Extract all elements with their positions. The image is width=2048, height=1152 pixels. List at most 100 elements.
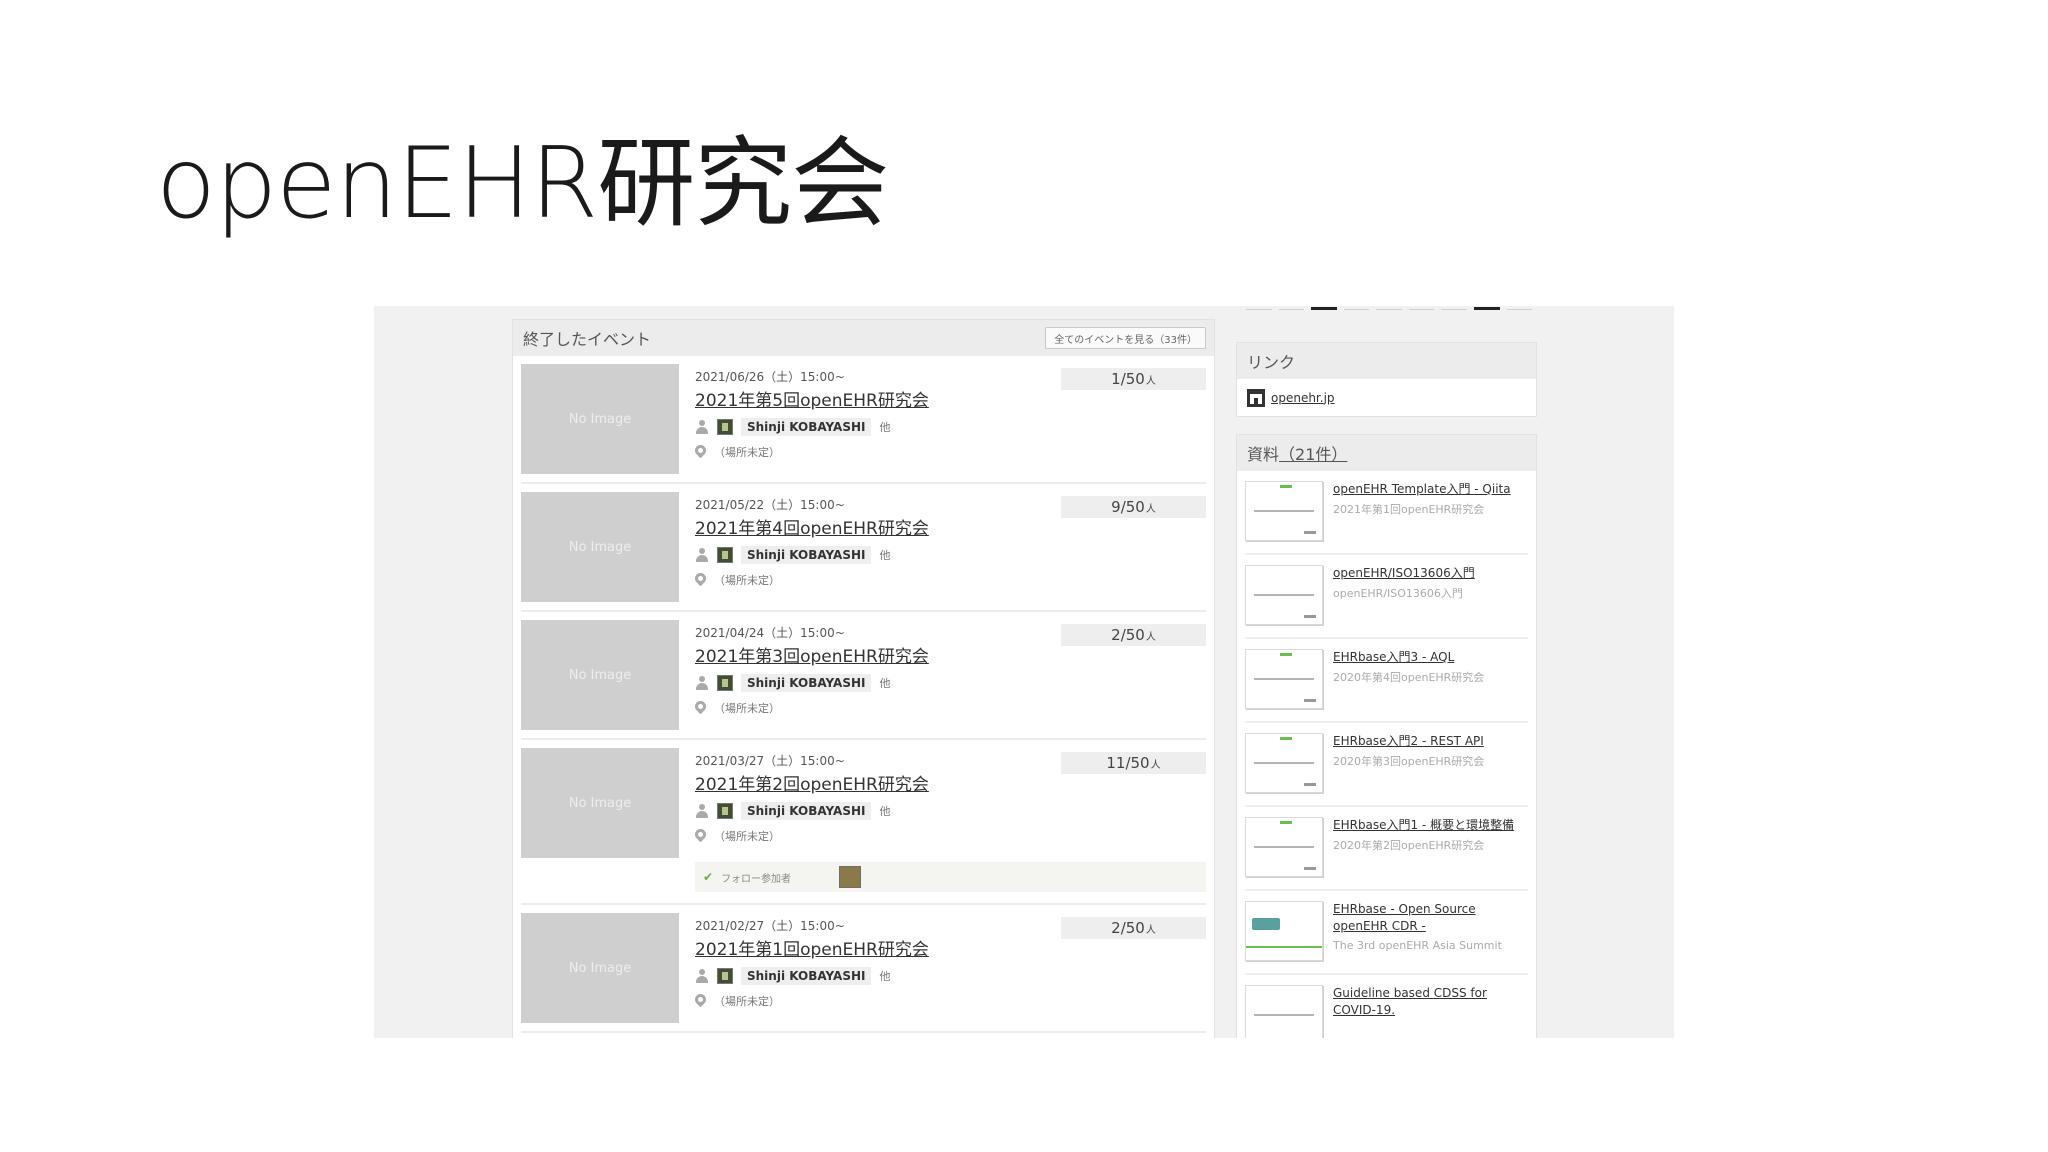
- strip-segment: [1343, 306, 1370, 310]
- event-row: No Image 2021/06/26（土）15:00~ 2021年第5回ope…: [521, 356, 1206, 484]
- material-title-link[interactable]: EHRbase入門2 - REST API: [1333, 733, 1533, 750]
- material-event: 2020年第3回openEHR研究会: [1333, 755, 1485, 768]
- event-place-text: （場所未定）: [714, 830, 780, 843]
- material-event: The 3rd openEHR Asia Summit: [1333, 939, 1502, 952]
- material-title-link[interactable]: openEHR Template入門 - Qiita: [1333, 481, 1533, 498]
- ended-events-panel: 終了したイベント 全てのイベントを見る（33件） No Image 2021/0…: [512, 319, 1215, 1038]
- owner-suffix: 他: [879, 677, 891, 690]
- event-thumbnail[interactable]: No Image: [521, 620, 679, 730]
- event-place-text: （場所未定）: [714, 446, 780, 459]
- event-thumbnail[interactable]: No Image: [521, 748, 679, 858]
- user-icon: [695, 804, 709, 818]
- strip-segment: [1506, 306, 1533, 310]
- check-icon: ✔: [703, 870, 714, 884]
- event-place-text: （場所未定）: [714, 702, 780, 715]
- strip-segment: [1473, 306, 1500, 310]
- event-thumbnail[interactable]: No Image: [521, 913, 679, 1023]
- map-pin-icon: [695, 701, 706, 715]
- material-title-link[interactable]: openEHR/ISO13606入門: [1333, 565, 1533, 582]
- link-item[interactable]: openehr.jp: [1237, 379, 1536, 416]
- events-panel-header: 終了したイベント 全てのイベントを見る（33件）: [513, 320, 1214, 356]
- event-place-text: （場所未定）: [714, 574, 780, 587]
- event-owner: Shinji KOBAYASHI 他: [695, 802, 890, 820]
- participant-unit: 人: [1145, 631, 1156, 643]
- material-thumbnail[interactable]: [1245, 733, 1323, 793]
- avatar[interactable]: [717, 547, 733, 563]
- strip-segment: [1246, 306, 1272, 310]
- materials-title: 資料: [1247, 445, 1280, 464]
- event-place: （場所未定）: [695, 828, 780, 844]
- avatar[interactable]: [717, 419, 733, 435]
- participant-unit: 人: [1145, 924, 1156, 936]
- strip-segment: [1376, 306, 1402, 310]
- event-row: No Image 2021/02/27（土）15:00~ 2021年第1回ope…: [521, 905, 1206, 1033]
- link-text[interactable]: openehr.jp: [1271, 391, 1335, 405]
- strip-segment: [1441, 306, 1467, 310]
- event-row: No Image 2021/03/27（土）15:00~ 2021年第2回ope…: [521, 740, 1206, 905]
- avatar[interactable]: [717, 675, 733, 691]
- event-title-link[interactable]: 2021年第4回openEHR研究会: [695, 514, 929, 539]
- event-title-link[interactable]: 2021年第2回openEHR研究会: [695, 770, 929, 795]
- material-item: EHRbase入門3 - AQL 2020年第4回openEHR研究会: [1245, 639, 1528, 723]
- owner-name[interactable]: Shinji KOBAYASHI: [741, 418, 872, 436]
- follow-label: フォロー参加者: [721, 873, 792, 885]
- user-icon: [695, 420, 709, 434]
- avatar[interactable]: [717, 803, 733, 819]
- user-icon: [695, 676, 709, 690]
- participant-unit: 人: [1145, 503, 1156, 515]
- event-title-link[interactable]: 2021年第5回openEHR研究会: [695, 386, 929, 411]
- event-owner: Shinji KOBAYASHI 他: [695, 674, 890, 692]
- all-events-button[interactable]: 全てのイベントを見る（33件）: [1045, 327, 1206, 349]
- event-thumbnail[interactable]: No Image: [521, 364, 679, 474]
- materials-panel-header: 資料 （21件）: [1237, 435, 1536, 471]
- event-place: （場所未定）: [695, 572, 780, 588]
- material-thumbnail[interactable]: [1245, 481, 1323, 541]
- materials-panel: 資料 （21件） openEHR Template入門 - Qiita 2021年…: [1236, 434, 1537, 1038]
- participant-count-value: 2/50: [1111, 626, 1145, 644]
- event-date: 2021/02/27（土）15:00~: [695, 919, 845, 933]
- material-thumbnail[interactable]: [1245, 565, 1323, 625]
- owner-suffix: 他: [879, 970, 891, 983]
- participant-count: 1/50 人: [1061, 368, 1206, 390]
- material-title-link[interactable]: Guideline based CDSS for COVID-19.: [1333, 985, 1533, 1019]
- map-pin-icon: [695, 573, 706, 587]
- material-thumbnail[interactable]: [1245, 985, 1323, 1038]
- participant-count: 11/50 人: [1061, 752, 1206, 774]
- event-title-link[interactable]: 2021年第1回openEHR研究会: [695, 935, 929, 960]
- material-event: openEHR/ISO13606入門: [1333, 587, 1463, 600]
- event-owner: Shinji KOBAYASHI 他: [695, 546, 890, 564]
- event-place: （場所未定）: [695, 700, 780, 716]
- map-pin-icon: [695, 994, 706, 1008]
- owner-name[interactable]: Shinji KOBAYASHI: [741, 546, 872, 564]
- event-owner: Shinji KOBAYASHI 他: [695, 967, 890, 985]
- events-panel-title: 終了したイベント: [523, 330, 652, 349]
- event-date: 2021/03/27（土）15:00~: [695, 754, 845, 768]
- material-title-link[interactable]: EHRbase入門3 - AQL: [1333, 649, 1533, 666]
- material-title-link[interactable]: EHRbase - Open Source openEHR CDR -: [1333, 901, 1533, 935]
- avatar[interactable]: [717, 968, 733, 984]
- event-title-link[interactable]: 2021年第3回openEHR研究会: [695, 642, 929, 667]
- avatar[interactable]: [839, 866, 862, 888]
- event-owner: Shinji KOBAYASHI 他: [695, 418, 890, 436]
- owner-suffix: 他: [879, 549, 891, 562]
- owner-name[interactable]: Shinji KOBAYASHI: [741, 967, 872, 985]
- material-thumbnail[interactable]: [1245, 817, 1323, 877]
- owner-name[interactable]: Shinji KOBAYASHI: [741, 802, 872, 820]
- event-thumbnail[interactable]: No Image: [521, 492, 679, 602]
- materials-count[interactable]: （21件）: [1279, 441, 1347, 465]
- material-event: 2020年第2回openEHR研究会: [1333, 839, 1485, 852]
- material-thumbnail[interactable]: [1245, 649, 1323, 709]
- material-item: openEHR Template入門 - Qiita 2021年第1回openE…: [1245, 471, 1528, 555]
- material-title-link[interactable]: EHRbase入門1 - 概要と環境整備: [1333, 817, 1533, 834]
- map-pin-icon: [695, 829, 706, 843]
- material-thumbnail[interactable]: [1245, 901, 1323, 961]
- event-place: （場所未定）: [695, 444, 780, 460]
- links-panel: リンク openehr.jp: [1236, 342, 1537, 417]
- user-icon: [695, 969, 709, 983]
- owner-suffix: 他: [879, 805, 891, 818]
- owner-name[interactable]: Shinji KOBAYASHI: [741, 674, 872, 692]
- event-place: （場所未定）: [695, 993, 780, 1009]
- event-date: 2021/06/26（土）15:00~: [695, 370, 845, 384]
- event-date: 2021/05/22（土）15:00~: [695, 498, 845, 512]
- slide-title: openEHR研究会: [156, 127, 889, 241]
